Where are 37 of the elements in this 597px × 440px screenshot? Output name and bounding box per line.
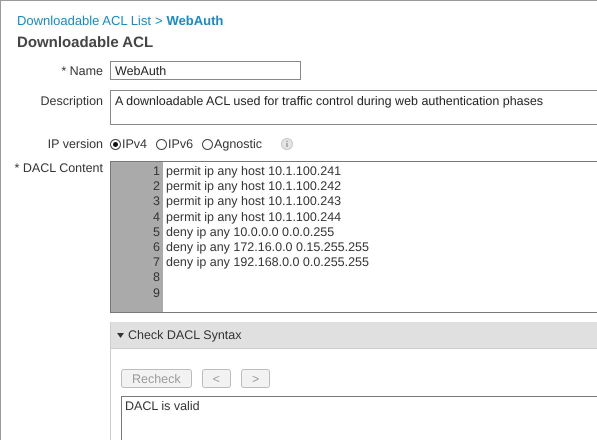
- info-icon[interactable]: [280, 138, 293, 150]
- code-line: permit ip any host 10.1.100.241: [166, 164, 342, 178]
- breadcrumb-separator: >: [154, 13, 163, 28]
- code-line: permit ip any host 10.1.100.244: [166, 210, 342, 224]
- radio-button[interactable]: [110, 138, 121, 150]
- radio-button[interactable]: [202, 138, 214, 150]
- radio-option[interactable]: Agnostic: [202, 137, 262, 151]
- result-box: DACL is valid: [121, 396, 597, 440]
- code-editor[interactable]: [110, 161, 597, 313]
- breadcrumb-link[interactable]: Downloadable ACL List: [17, 13, 151, 28]
- line-number: 9: [152, 286, 160, 301]
- line-number: 7: [152, 255, 160, 270]
- code-line: deny ip any 172.16.0.0 0.15.255.255: [166, 240, 369, 254]
- name-field[interactable]: WebAuth: [110, 61, 301, 80]
- breadcrumb-current: WebAuth: [166, 13, 224, 28]
- field-label: IP version: [46, 137, 104, 151]
- radio-button[interactable]: [156, 138, 168, 150]
- section-header[interactable]: Check DACL Syntax: [111, 322, 597, 349]
- code-line: deny ip any 10.0.0.0 0.0.0.255: [166, 224, 334, 239]
- section-title: Check DACL Syntax: [128, 328, 242, 342]
- line-number: 1: [152, 164, 160, 180]
- code-line: permit ip any host 10.1.100.243: [166, 194, 342, 208]
- code-line: deny ip any 192.168.0.0 0.0.255.255: [166, 255, 369, 270]
- line-number: 4: [152, 210, 160, 225]
- field-label: * DACL Content: [14, 161, 104, 175]
- field-label: * Name: [60, 64, 104, 78]
- line-number: 3: [152, 194, 160, 210]
- line-number: 8: [152, 270, 160, 286]
- description-field[interactable]: A downloadable ACL used for traffic control during web authentication phases: [110, 90, 597, 125]
- radio-option[interactable]: IPv4: [110, 137, 148, 151]
- line-number: 5: [152, 224, 160, 240]
- field-label: Description: [39, 93, 104, 108]
- line-number: 2: [152, 179, 160, 194]
- code-line: permit ip any host 10.1.100.242: [166, 179, 342, 194]
- page-title: Downloadable ACL: [16, 33, 154, 51]
- radio-option[interactable]: IPv6: [156, 137, 194, 151]
- line-number: 6: [152, 240, 160, 256]
